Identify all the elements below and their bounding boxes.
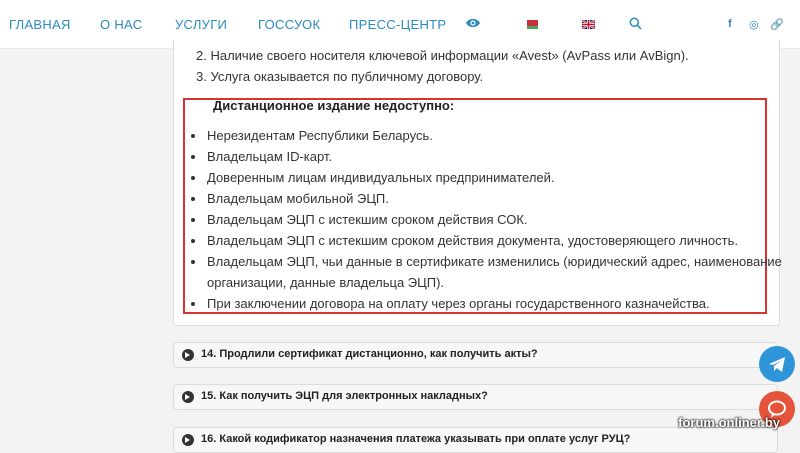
condition-item-2: 2. Наличие своего носителя ключевой инфо… [196,48,689,63]
search-icon[interactable] [629,17,642,30]
list-item: Владельцам мобильной ЭЦП. [207,191,389,206]
faq-item-15[interactable]: 15. Как получить ЭЦП для электронных нак… [173,384,778,410]
list-item: Владельцам ЭЦП с истекшим сроком действи… [207,233,738,248]
list-item: Доверенным лицам индивидуальных предприн… [207,170,555,185]
bullet-icon [191,302,195,306]
condition-item-3: 3. Услуга оказывается по публичному дого… [196,69,484,84]
bullet-icon [191,239,195,243]
bullet-icon [191,134,195,138]
chevron-right-icon [182,434,194,446]
link-icon[interactable]: 🔗 [770,18,784,31]
unavailable-title: Дистанционное издание недоступно: [213,98,455,113]
facebook-icon[interactable]: f [728,18,732,30]
bullet-icon [191,197,195,201]
bullet-icon [191,218,195,222]
faq-item-14[interactable]: 14. Продлили сертификат дистанционно, ка… [173,342,778,368]
flag-uk-icon[interactable] [582,20,595,29]
nav-press-center[interactable]: ПРЕСС-ЦЕНТР [349,17,446,32]
nav-gossuok[interactable]: ГОССУОК [258,17,320,32]
bullet-icon [191,176,195,180]
list-item: Владельцам ID-карт. [207,149,333,164]
telegram-button[interactable] [759,346,795,382]
bullet-icon [191,155,195,159]
eye-icon[interactable] [465,17,481,29]
nav-home[interactable]: ГЛАВНАЯ [9,17,71,32]
chevron-right-icon [182,349,194,361]
faq-question: 16. Какой кодификатор назначения платежа… [201,433,631,445]
list-item: Владельцам ЭЦП, чьи данные в сертификате… [207,254,782,269]
list-item-continuation: организации, данные владельца ЭЦП). [207,275,445,290]
list-item: При заключении договора на оплату через … [207,296,710,311]
faq-question: 14. Продлили сертификат дистанционно, ка… [201,348,538,360]
watermark: forum.onliner.by [678,415,780,430]
faq-item-16[interactable]: 16. Какой кодификатор назначения платежа… [173,427,778,453]
faq-question: 15. Как получить ЭЦП для электронных нак… [201,390,488,402]
list-item: Владельцам ЭЦП с истекшим сроком действи… [207,212,528,227]
chevron-right-icon [182,391,194,403]
nav-services[interactable]: УСЛУГИ [175,17,227,32]
telegram-icon [769,357,785,372]
nav-about[interactable]: О НАС [100,17,142,32]
list-item: Нерезидентам Республики Беларусь. [207,128,433,143]
instagram-icon[interactable]: ◎ [749,18,759,31]
flag-belarus-icon[interactable] [525,20,538,29]
bullet-icon [191,260,195,264]
